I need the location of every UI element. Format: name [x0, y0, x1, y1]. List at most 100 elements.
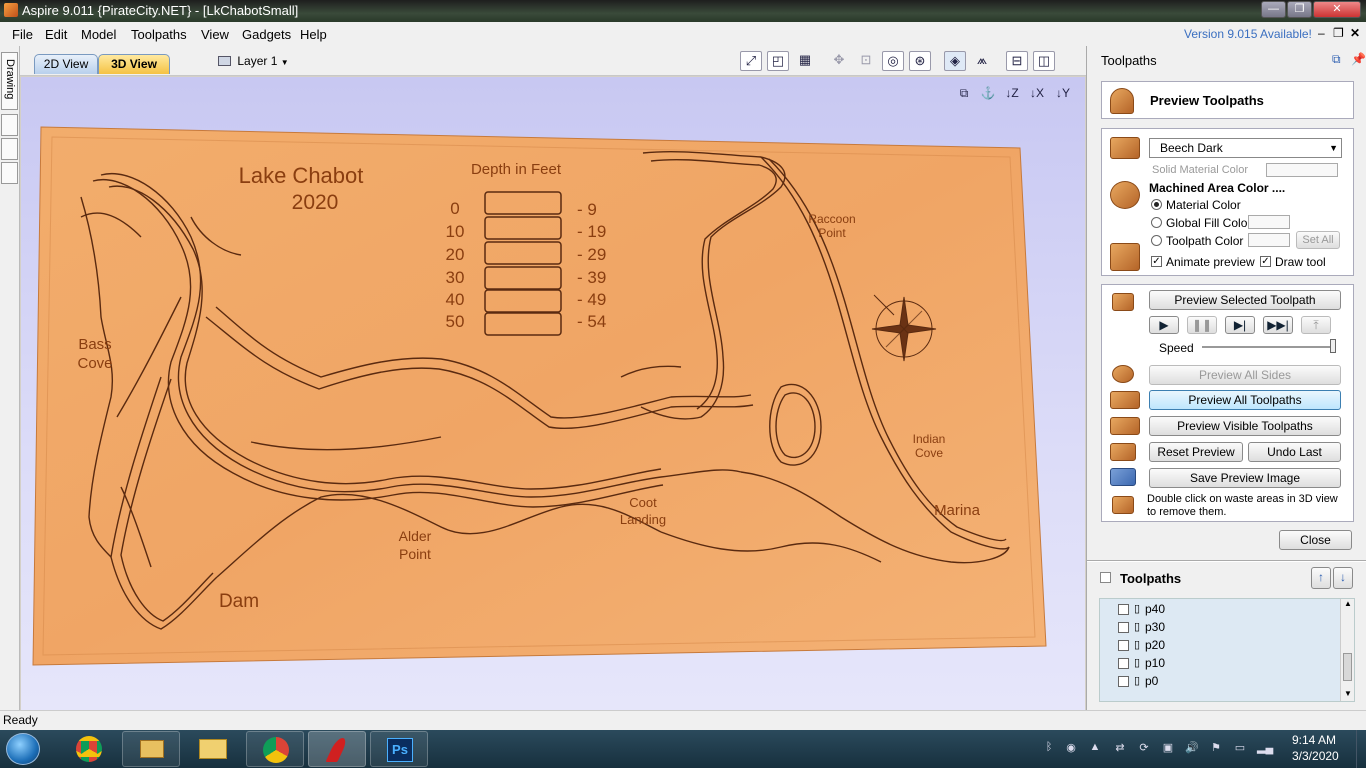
- scroll-down-icon[interactable]: ▼: [1344, 689, 1352, 698]
- list-item[interactable]: ▯ p20: [1118, 637, 1338, 655]
- show-desktop-button[interactable]: [1356, 730, 1366, 768]
- global-fill-color-dropdown[interactable]: [1248, 215, 1290, 229]
- split-horizontal-icon[interactable]: ⊟: [1006, 51, 1028, 71]
- close-button[interactable]: Close: [1279, 530, 1352, 550]
- snap-icon[interactable]: ◰: [767, 51, 789, 71]
- mdi-close-button[interactable]: ✕: [1350, 26, 1360, 40]
- render-icon[interactable]: ◈: [944, 51, 966, 71]
- list-item[interactable]: ▯ p0: [1118, 673, 1338, 691]
- mdi-restore-button[interactable]: ❐: [1333, 26, 1344, 40]
- list-item[interactable]: ▯ p40: [1118, 601, 1338, 619]
- safely-remove-icon[interactable]: ▲: [1088, 741, 1102, 755]
- toolpath-color-radio[interactable]: [1151, 235, 1162, 246]
- to-top-icon[interactable]: ⤒: [1301, 316, 1331, 334]
- pin-icon[interactable]: ⧉: [1332, 52, 1341, 67]
- save-preview-image-button[interactable]: Save Preview Image: [1149, 468, 1341, 488]
- maximize-button[interactable]: ❐: [1287, 1, 1312, 18]
- start-button[interactable]: [6, 733, 40, 765]
- global-fill-color-radio[interactable]: [1151, 217, 1162, 228]
- set-all-button[interactable]: Set All: [1296, 231, 1340, 249]
- sync-icon[interactable]: ◉: [1064, 741, 1078, 755]
- undo-last-button[interactable]: Undo Last: [1248, 442, 1341, 462]
- 3d-view-canvas[interactable]: ⧉ ⚓ ↓Z ↓X ↓Y Lake Chabot 2020 Depth in F…: [21, 77, 1085, 710]
- pause-icon[interactable]: ❚❚: [1187, 316, 1217, 334]
- scroll-up-icon[interactable]: ▲: [1344, 599, 1352, 608]
- speed-slider-track[interactable]: [1202, 346, 1336, 348]
- menu-edit[interactable]: Edit: [45, 27, 67, 42]
- pushpin-icon[interactable]: 📌: [1351, 52, 1366, 66]
- action-center-icon[interactable]: ⚑: [1209, 741, 1223, 755]
- toolpath-icon: ▯: [1134, 675, 1141, 687]
- tab-3d-view[interactable]: 3D View: [98, 54, 170, 74]
- chrome-window-taskbar-icon[interactable]: [246, 731, 304, 767]
- outlook-taskbar-icon[interactable]: [122, 731, 180, 767]
- power-icon[interactable]: ▭: [1233, 741, 1247, 755]
- photoshop-taskbar-icon[interactable]: Ps: [370, 731, 428, 767]
- preview-all-toolpaths-button[interactable]: Preview All Toolpaths: [1149, 390, 1341, 410]
- list-item[interactable]: ▯ p30: [1118, 619, 1338, 637]
- move-down-icon[interactable]: ↓: [1333, 567, 1353, 589]
- draw-tool-checkbox[interactable]: ✓: [1260, 256, 1271, 267]
- network-icon[interactable]: ⇄: [1113, 741, 1127, 755]
- side-tab-4[interactable]: [1, 162, 18, 184]
- preview-selected-toolpath-button[interactable]: Preview Selected Toolpath: [1149, 290, 1341, 310]
- menu-help[interactable]: Help: [300, 27, 327, 42]
- scroll-thumb[interactable]: [1343, 653, 1352, 681]
- menu-file[interactable]: File: [12, 27, 33, 42]
- material-color-radio[interactable]: [1151, 199, 1162, 210]
- preview-all-sides-button[interactable]: Preview All Sides: [1149, 365, 1341, 385]
- fast-forward-icon[interactable]: ▶▶|: [1263, 316, 1293, 334]
- clock-date[interactable]: 3/3/2020: [1292, 749, 1339, 763]
- side-tab-3[interactable]: [1, 138, 18, 160]
- clock-time[interactable]: 9:14 AM: [1292, 733, 1336, 747]
- list-item[interactable]: ▯ p10: [1118, 655, 1338, 673]
- menu-gadgets[interactable]: Gadgets: [242, 27, 291, 42]
- reset-preview-button[interactable]: Reset Preview: [1149, 442, 1243, 462]
- bluetooth-icon[interactable]: ᛒ: [1042, 741, 1056, 755]
- grid-icon[interactable]: ▦: [794, 51, 816, 71]
- toolpath-display-icon[interactable]: ⩕: [971, 51, 993, 71]
- layer-dropdown[interactable]: Layer 1 ▼: [218, 54, 289, 68]
- material-dropdown[interactable]: Beech Dark ▼: [1149, 138, 1342, 158]
- chrome-taskbar-icon[interactable]: [60, 731, 118, 767]
- version-available-link[interactable]: Version 9.015 Available!: [1184, 27, 1312, 41]
- step-forward-icon[interactable]: ▶|: [1225, 316, 1255, 334]
- menu-view[interactable]: View: [201, 27, 229, 42]
- mdi-minimize-button[interactable]: –: [1318, 26, 1325, 40]
- toolpath-visible-checkbox[interactable]: [1118, 640, 1129, 651]
- volume-icon[interactable]: 🔊: [1185, 741, 1199, 755]
- toolpath-color-dropdown[interactable]: [1248, 233, 1290, 247]
- zoom-extents-icon[interactable]: ⤢: [740, 51, 762, 71]
- menu-model[interactable]: Model: [81, 27, 116, 42]
- animate-preview-checkbox[interactable]: ✓: [1151, 256, 1162, 267]
- zoom-selection-icon[interactable]: ⊛: [909, 51, 931, 71]
- side-tab-2[interactable]: [1, 114, 18, 136]
- zoom-icon[interactable]: ◎: [882, 51, 904, 71]
- legend-from-5: 50: [446, 312, 465, 331]
- list-scrollbar[interactable]: ▲ ▼: [1340, 599, 1354, 701]
- animate-preview-label: Animate preview: [1166, 255, 1255, 269]
- update-icon[interactable]: ⟳: [1137, 741, 1151, 755]
- menu-toolpaths[interactable]: Toolpaths: [131, 27, 187, 42]
- split-vertical-icon[interactable]: ◫: [1033, 51, 1055, 71]
- speed-slider-thumb[interactable]: [1330, 339, 1336, 353]
- display-icon[interactable]: ▣: [1161, 741, 1175, 755]
- move-up-icon[interactable]: ↑: [1311, 567, 1331, 589]
- toolpath-visible-checkbox[interactable]: [1118, 622, 1129, 633]
- application-window: Aspire 9.011 {PirateCity.NET} - [LkChabo…: [0, 0, 1366, 768]
- toolpath-visible-checkbox[interactable]: [1118, 676, 1129, 687]
- aspire-taskbar-icon[interactable]: [308, 731, 366, 767]
- toolpaths-all-checkbox[interactable]: [1100, 572, 1111, 583]
- pan-icon[interactable]: ✥: [828, 51, 850, 71]
- signal-icon[interactable]: ▂▄: [1257, 741, 1273, 755]
- toolpath-visible-checkbox[interactable]: [1118, 604, 1129, 615]
- tab-2d-view[interactable]: 2D View: [34, 54, 98, 74]
- toolpath-visible-checkbox[interactable]: [1118, 658, 1129, 669]
- zoom-box-icon[interactable]: ⊡: [855, 51, 877, 71]
- close-window-button[interactable]: ✕: [1313, 1, 1361, 18]
- explorer-taskbar-icon[interactable]: [184, 731, 242, 767]
- preview-visible-toolpaths-button[interactable]: Preview Visible Toolpaths: [1149, 416, 1341, 436]
- drawing-tab[interactable]: Drawing: [1, 52, 18, 110]
- play-icon[interactable]: ▶: [1149, 316, 1179, 334]
- minimize-button[interactable]: —: [1261, 1, 1286, 18]
